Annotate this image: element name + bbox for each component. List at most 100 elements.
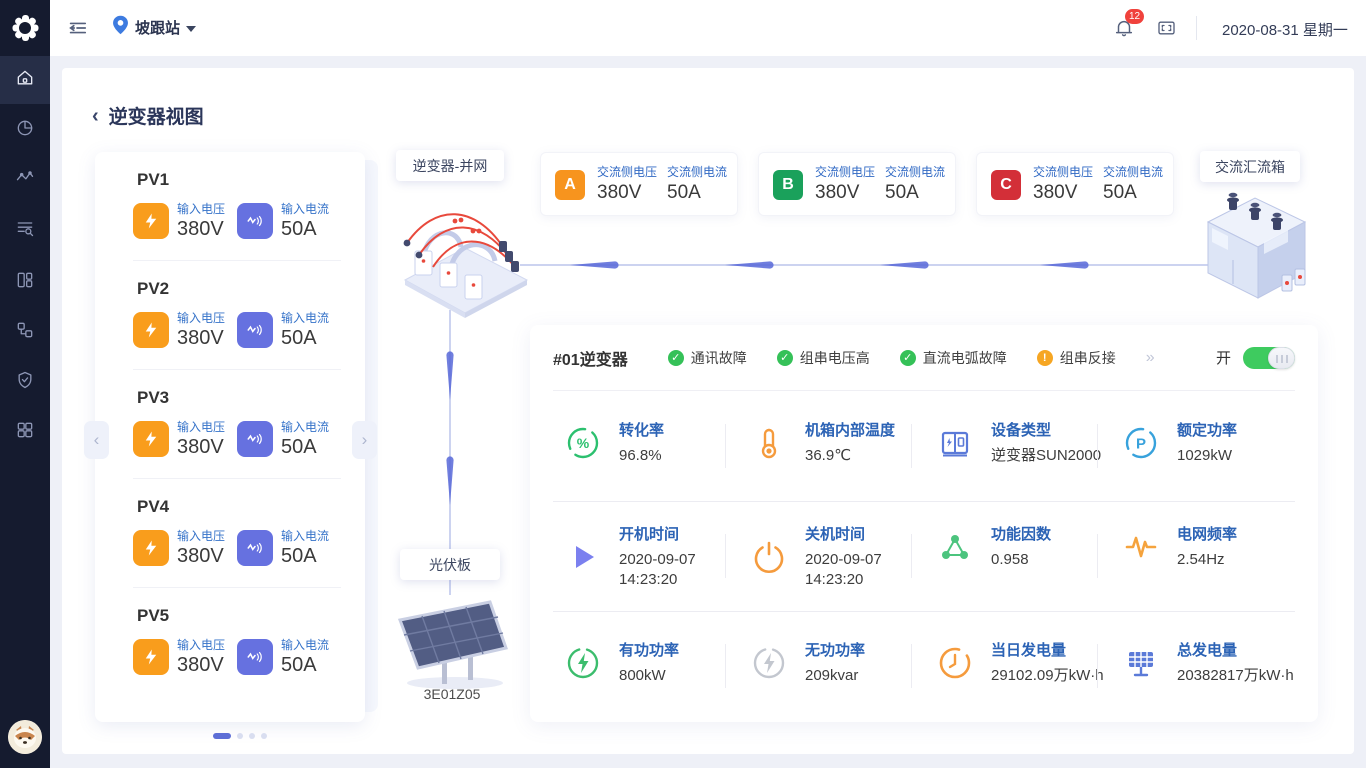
voltage-bolt-icon <box>133 421 169 457</box>
conversion-rate-icon: % <box>563 423 603 463</box>
more-statuses-icon[interactable]: » <box>1146 349 1155 367</box>
check-circle-icon: ✓ <box>777 350 793 366</box>
inverter-illustration <box>395 185 530 320</box>
page-dot[interactable] <box>249 733 255 739</box>
current-date: 2020-08-31 星期一 <box>1222 19 1348 40</box>
status-item: !组串反接 <box>1037 348 1116 368</box>
list-search-icon <box>15 218 35 243</box>
thermometer-icon <box>749 423 789 463</box>
ac-combiner-illustration <box>1198 180 1313 305</box>
detail-header: #01逆变器 ✓通讯故障 ✓组串电压高 ✓直流电弧故障 !组串反接 » 开 <box>553 325 1295 391</box>
current-wave-icon <box>237 530 273 566</box>
current-wave-icon <box>237 203 273 239</box>
sidebar-item-security[interactable] <box>0 358 50 406</box>
page-title-row: ‹ 逆变器视图 <box>92 102 204 129</box>
topbar-divider <box>1196 16 1197 40</box>
clock-icon <box>935 643 975 683</box>
pv-panel-tag: 光伏板 <box>400 549 500 580</box>
metric-row: 有功功率800kW 无功功率209kvar 当日发电量29102.09万kW·h… <box>530 611 1318 721</box>
pv-prev-button[interactable]: ‹ <box>84 421 109 459</box>
sidebar-item-apps[interactable] <box>0 408 50 456</box>
current-wave-icon <box>237 312 273 348</box>
metric-active-power: 有功功率800kW <box>563 639 679 686</box>
current-wave-icon <box>237 421 273 457</box>
pie-chart-icon <box>15 118 35 143</box>
station-name: 坡跟站 <box>135 17 180 38</box>
fullscreen-icon[interactable] <box>1156 18 1177 38</box>
page-dot-active[interactable] <box>213 733 231 739</box>
combiner-tag: 交流汇流箱 <box>1200 151 1300 182</box>
check-circle-icon: ✓ <box>668 350 684 366</box>
location-pin-icon <box>112 15 129 40</box>
current-wave-icon <box>237 639 273 675</box>
metric-grid-frequency: 电网频率2.54Hz <box>1121 523 1237 570</box>
page-dot[interactable] <box>261 733 267 739</box>
phase-c-badge: C <box>991 170 1021 200</box>
pv-pagination <box>213 733 267 739</box>
pv-name: PV2 <box>137 279 169 299</box>
status-item: ✓直流电弧故障 <box>900 348 1007 368</box>
station-selector[interactable]: 坡跟站 <box>112 15 196 40</box>
rated-power-icon: P <box>1121 423 1161 463</box>
solar-panel-illustration <box>390 590 515 690</box>
voltage-bolt-icon <box>133 203 169 239</box>
pv-item: PV1 输入电压380V 输入电流50A <box>95 152 365 261</box>
toggle-handle-icon <box>1268 347 1295 369</box>
nodes-icon <box>935 527 975 567</box>
pv-item: PV4 输入电压380V 输入电流50A <box>95 479 365 588</box>
svg-text:P: P <box>1136 435 1146 452</box>
inverter-tag: 逆变器-并网 <box>396 150 504 181</box>
sidebar-item-home[interactable] <box>0 56 50 104</box>
phase-b-badge: B <box>773 170 803 200</box>
user-avatar[interactable] <box>8 720 42 754</box>
status-item: ✓通讯故障 <box>668 348 747 368</box>
metric-row: 开机时间2020-09-07 14:23:20 关机时间2020-09-07 1… <box>530 501 1318 611</box>
pv-name: PV1 <box>137 170 169 190</box>
voltage-bolt-icon <box>133 312 169 348</box>
org-nodes-icon <box>15 320 35 345</box>
reactive-power-icon <box>749 643 789 683</box>
sidebar-item-monitoring[interactable] <box>0 156 50 204</box>
pv-item: PV5 输入电压380V 输入电流50A <box>95 588 365 697</box>
back-button[interactable]: ‹ <box>92 105 99 127</box>
collapse-menu-icon[interactable] <box>66 17 88 39</box>
sidebar-item-logs[interactable] <box>0 206 50 254</box>
pv-next-button[interactable]: › <box>352 421 377 459</box>
home-icon <box>15 68 35 93</box>
chevron-down-icon <box>186 26 196 32</box>
phase-card-b: B 交流侧电压380V 交流侧电流50A <box>758 152 956 216</box>
solar-panel-icon <box>1121 643 1161 683</box>
grid-icon <box>15 420 35 445</box>
pv-panel-code: 3E01Z05 <box>392 686 512 702</box>
pv-list-card: PV1 输入电压380V 输入电流50A PV2 输入电压380V 输入电流50… <box>95 152 365 722</box>
page-title: 逆变器视图 <box>109 102 204 129</box>
pv-item: PV3 输入电压380V 输入电流50A <box>95 370 365 479</box>
topbar: 坡跟站 12 2020-08-31 星期一 <box>50 0 1366 56</box>
sidebar-item-topology[interactable] <box>0 308 50 356</box>
metric-startup-time: 开机时间2020-09-07 14:23:20 <box>563 523 731 590</box>
metric-conversion-rate: % 转化率96.8% <box>563 419 664 466</box>
shield-check-icon <box>15 370 35 395</box>
metric-device-type: 设备类型逆变器SUN2000 <box>935 419 1101 466</box>
pulse-icon <box>1121 527 1161 567</box>
power-toggle[interactable] <box>1243 347 1295 369</box>
metric-power-factor: 功能因数0.958 <box>935 523 1051 570</box>
svg-text:%: % <box>577 435 590 451</box>
power-switch-group: 开 <box>1216 347 1295 369</box>
detail-title: #01逆变器 <box>553 346 628 370</box>
phase-a-badge: A <box>555 170 585 200</box>
metric-daily-generation: 当日发电量29102.09万kW·h <box>935 639 1104 686</box>
power-off-icon <box>749 537 789 577</box>
warning-circle-icon: ! <box>1037 350 1053 366</box>
app-logo-icon[interactable] <box>10 13 40 43</box>
check-circle-icon: ✓ <box>900 350 916 366</box>
sidebar-item-statistics[interactable] <box>0 106 50 154</box>
active-power-icon <box>563 643 603 683</box>
pv-name: PV3 <box>137 388 169 408</box>
page-dot[interactable] <box>237 733 243 739</box>
metric-total-generation: 总发电量20382817万kW·h <box>1121 639 1294 686</box>
inverter-detail-panel: #01逆变器 ✓通讯故障 ✓组串电压高 ✓直流电弧故障 !组串反接 » 开 % … <box>530 325 1318 722</box>
sidebar-item-layout[interactable] <box>0 258 50 306</box>
notification-badge: 12 <box>1125 9 1144 24</box>
status-item: ✓组串电压高 <box>777 348 870 368</box>
